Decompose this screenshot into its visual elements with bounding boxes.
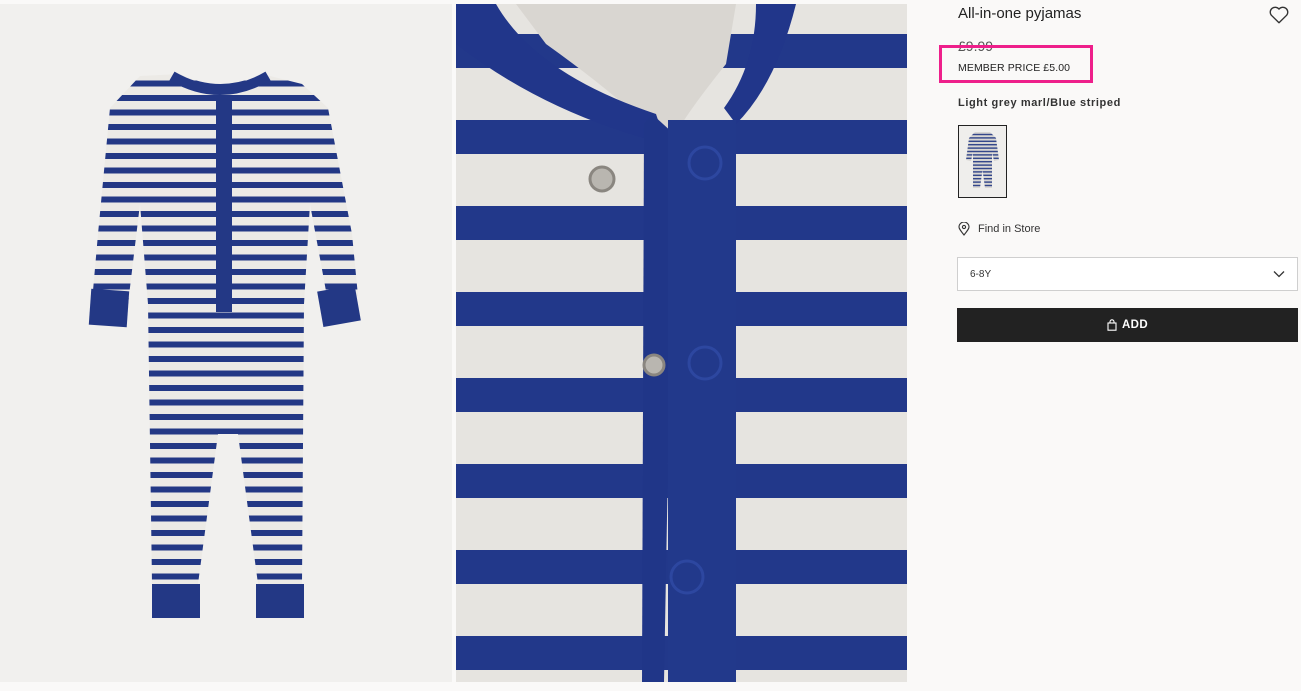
member-price: MEMBER PRICE £5.00 <box>958 62 1071 74</box>
add-to-bag-button[interactable]: ADD <box>957 308 1298 342</box>
find-in-store-label: Find in Store <box>978 223 1041 235</box>
location-pin-icon <box>958 222 970 236</box>
heart-icon[interactable] <box>1268 4 1290 26</box>
color-name: Light grey marl/Blue striped <box>958 97 1121 109</box>
color-swatch[interactable] <box>958 125 1007 198</box>
shopping-bag-icon <box>1107 319 1117 331</box>
product-image-detail[interactable] <box>456 4 907 682</box>
product-title: All-in-one pyjamas <box>958 5 1082 22</box>
product-page: All-in-one pyjamas £9.99 MEMBER PRICE £5… <box>0 0 1301 691</box>
product-image-main[interactable] <box>0 4 452 682</box>
size-select[interactable]: 6-8Y <box>957 257 1298 291</box>
size-selected-value: 6-8Y <box>970 268 992 280</box>
add-button-label: ADD <box>1121 319 1149 331</box>
find-in-store-link[interactable]: Find in Store <box>958 222 1040 236</box>
chevron-down-icon <box>1273 270 1285 278</box>
